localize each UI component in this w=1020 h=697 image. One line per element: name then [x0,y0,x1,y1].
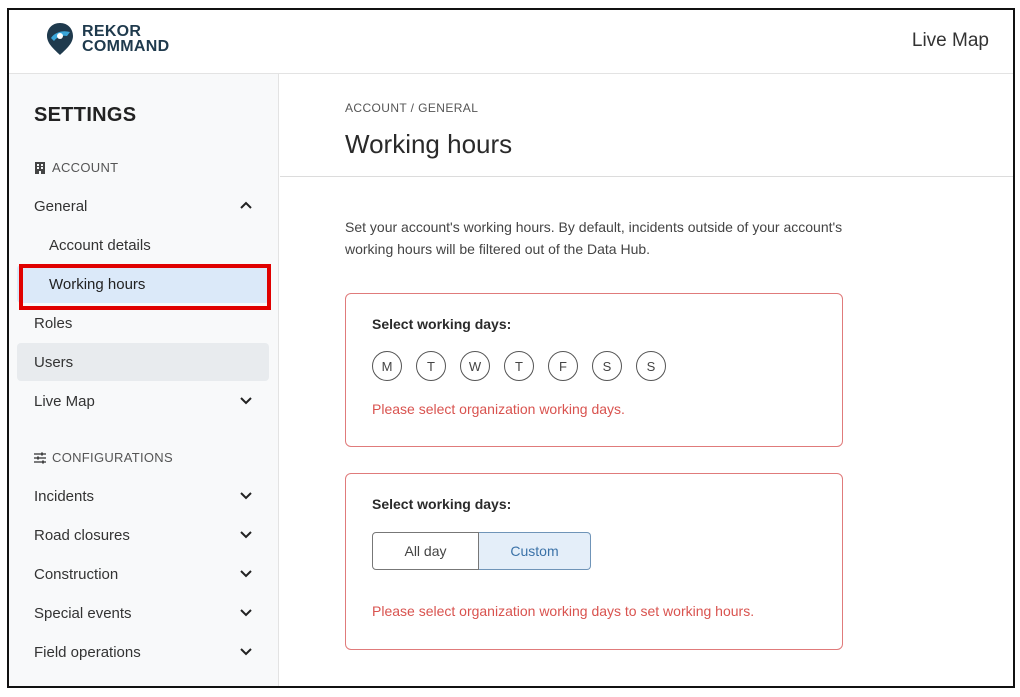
working-days-error: Please select organization working days. [372,401,625,417]
sidebar-item-road-closures[interactable]: Road closures [17,516,269,554]
sidebar-item-label: Roles [34,314,73,332]
account-section-label: ACCOUNT [34,160,118,175]
day-toggle-monday[interactable]: M [372,351,402,381]
sidebar-item-label: Special events [34,604,132,622]
day-toggle-tuesday[interactable]: T [416,351,446,381]
sidebar-item-account-details[interactable]: Account details [17,226,269,264]
building-icon [35,161,45,174]
card-title: Select working days: [372,496,512,512]
sidebar-item-label: Road closures [34,526,130,544]
logo-line2: COMMAND [82,38,170,55]
main-content: ACCOUNT / GENERAL Working hours Set your… [280,74,1013,686]
sidebar-item-label: Construction [34,565,119,583]
configurations-section-text: CONFIGURATIONS [52,450,173,465]
chevron-up-icon [240,201,252,209]
logo-wordmark: REKOR COMMAND [82,24,170,55]
sidebar-item-label: Field operations [34,643,141,661]
sidebar-item-label: Incidents [34,487,95,505]
sidebar-item-label: General [34,197,88,215]
top-header: REKOR COMMAND Live Map [9,10,1013,74]
day-toggle-friday[interactable]: F [548,351,578,381]
configurations-section-label: CONFIGURATIONS [34,450,173,465]
sidebar-item-users[interactable]: Users [17,343,269,381]
sidebar-item-field-operations[interactable]: Field operations [17,633,269,671]
sidebar-item-live-map[interactable]: Live Map [17,382,269,420]
sidebar-item-construction[interactable]: Construction [17,555,269,593]
working-hours-card: Select working days: All day Custom Plea… [345,473,843,650]
sidebar-item-general[interactable]: General [17,187,269,225]
hours-mode-toggle: All day Custom [372,532,591,570]
page-title: Working hours [345,129,513,159]
day-toggle-thursday[interactable]: T [504,351,534,381]
sliders-icon [34,452,46,463]
highlight-annotation-box [19,264,271,310]
page-header: ACCOUNT / GENERAL Working hours [280,74,1013,177]
chevron-down-icon [240,492,252,500]
day-toggle-saturday[interactable]: S [592,351,622,381]
working-days-card: Select working days: M T W T F S S Pleas… [345,293,843,447]
chevron-down-icon [240,609,252,617]
sidebar-title: SETTINGS [34,104,137,126]
chevron-down-icon [240,531,252,539]
weekday-selector: M T W T F S S [372,351,680,381]
sidebar-item-special-events[interactable]: Special events [17,594,269,632]
card-title: Select working days: [372,316,512,332]
live-map-link[interactable]: Live Map [912,30,989,52]
settings-sidebar: SETTINGS ACCOUNT General Account details… [9,74,279,686]
sidebar-item-label: Live Map [34,392,95,410]
day-toggle-wednesday[interactable]: W [460,351,490,381]
breadcrumb: ACCOUNT / GENERAL [345,101,479,115]
working-hours-error: Please select organization working days … [372,603,755,619]
sidebar-item-label: Users [34,353,74,371]
page-description: Set your account's working hours. By def… [345,219,843,257]
chevron-down-icon [240,570,252,578]
chevron-down-icon [240,397,252,405]
rekor-command-logo[interactable]: REKOR COMMAND [45,22,169,56]
app-window: REKOR COMMAND Live Map SETTINGS ACCOUNT … [7,8,1015,688]
day-toggle-sunday[interactable]: S [636,351,666,381]
all-day-button[interactable]: All day [372,532,479,570]
custom-button[interactable]: Custom [479,532,591,570]
account-section-text: ACCOUNT [52,160,119,175]
chevron-down-icon [240,648,252,656]
sidebar-item-incidents[interactable]: Incidents [17,477,269,515]
logo-icon [47,23,73,55]
sidebar-item-label: Account details [49,236,151,254]
